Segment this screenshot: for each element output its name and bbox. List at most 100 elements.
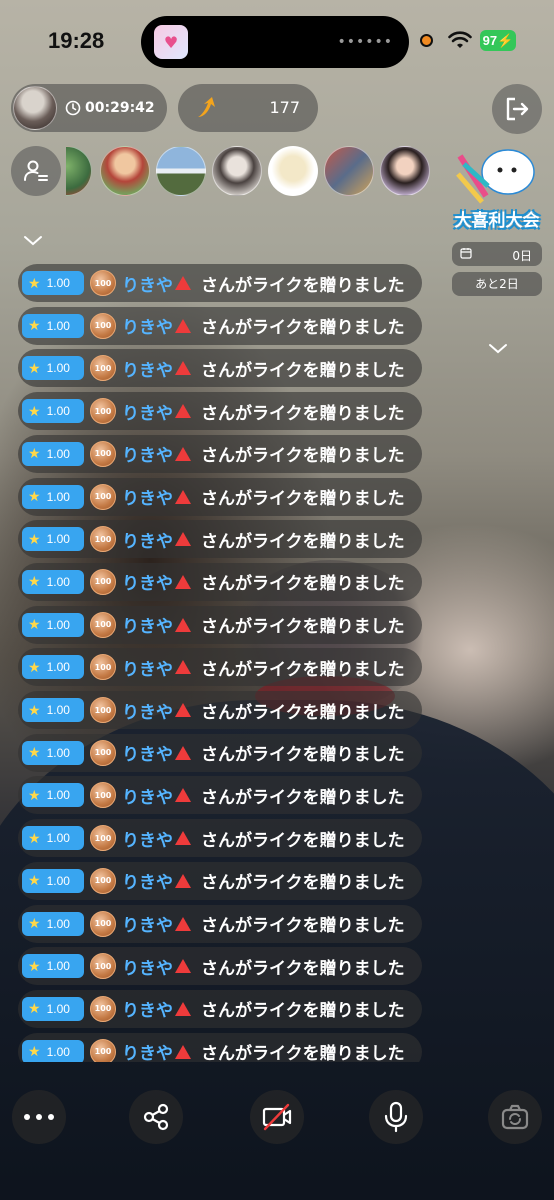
chat-username[interactable]: りきや — [122, 484, 173, 509]
chevron-down-icon[interactable] — [487, 342, 509, 356]
chat-username[interactable]: りきや — [122, 783, 173, 808]
user-level-value: 1.00 — [46, 489, 70, 504]
viewer-avatar[interactable] — [212, 146, 262, 196]
chat-username[interactable]: りきや — [122, 655, 173, 680]
viewer-avatar[interactable] — [324, 146, 374, 196]
chat-message[interactable]: ★ 1.00 100 りきや さんがライクを贈りました — [18, 520, 422, 559]
chat-message[interactable]: ★ 1.00 100 りきや さんがライクを贈りました — [18, 733, 422, 772]
chat-message-text: さんがライクを贈りました — [201, 830, 405, 851]
wifi-icon — [448, 31, 472, 48]
user-level-badge: ★ 1.00 — [22, 399, 84, 424]
chat-username[interactable]: りきや — [122, 527, 173, 552]
chat-message[interactable]: ★ 1.00 100 りきや さんがライクを贈りました — [18, 264, 422, 302]
chat-message[interactable]: ★ 1.00 100 りきや さんがライクを贈りました — [18, 819, 422, 858]
chat-message[interactable]: ★ 1.00 100 りきや さんがライクを贈りました — [18, 434, 422, 473]
red-triangle-icon — [175, 276, 191, 290]
user-level-badge: ★ 1.00 — [22, 655, 84, 680]
viewer-avatar[interactable] — [380, 146, 430, 196]
medal-value: 100 — [94, 790, 112, 800]
star-icon: ★ — [28, 1000, 41, 1017]
host-info-pill[interactable]: 00:29:42 — [11, 84, 167, 132]
chat-message[interactable]: ★ 1.00 100 りきや さんがライクを贈りました — [18, 306, 422, 345]
user-level-value: 1.00 — [46, 745, 70, 760]
chat-username[interactable]: りきや — [122, 569, 173, 594]
chat-message-text: さんがライクを贈りました — [201, 318, 405, 339]
star-icon: ★ — [28, 616, 41, 633]
red-triangle-icon — [175, 660, 191, 675]
flip-camera-button[interactable] — [488, 1090, 542, 1144]
share-icon — [143, 1103, 169, 1131]
viewer-avatar[interactable] — [156, 146, 206, 196]
chat-message[interactable]: ★ 1.00 100 りきや さんがライクを贈りました — [18, 691, 422, 729]
chat-message[interactable]: ★ 1.00 100 りきや さんがライクを贈りました — [18, 477, 422, 516]
chat-username[interactable]: りきや — [122, 954, 173, 979]
user-level-value: 1.00 — [46, 361, 70, 376]
chat-message[interactable]: ★ 1.00 100 りきや さんがライクを贈りました — [18, 648, 422, 687]
chat-username[interactable]: りきや — [122, 399, 173, 424]
event-count[interactable]: 0日 — [452, 242, 542, 266]
chat-username[interactable]: りきや — [122, 612, 173, 637]
viewer-list-button[interactable] — [11, 146, 61, 196]
chat-username[interactable]: りきや — [122, 868, 173, 893]
chat-message[interactable]: ★ 1.00 100 りきや さんがライクを贈りました — [18, 861, 422, 900]
star-icon: ★ — [28, 359, 41, 376]
event-count-value: 0日 — [512, 249, 532, 263]
exit-button[interactable] — [492, 84, 542, 134]
more-button[interactable] — [12, 1090, 66, 1144]
host-avatar[interactable] — [13, 86, 57, 130]
medal-value: 100 — [94, 406, 112, 416]
star-icon: ★ — [28, 658, 41, 675]
chat-username[interactable]: りきや — [122, 271, 173, 296]
score-pill[interactable]: 177 — [178, 84, 318, 132]
exit-icon — [506, 97, 529, 121]
chat-username[interactable]: りきや — [122, 356, 173, 381]
chat-message[interactable]: ★ 1.00 100 りきや さんがライクを贈りました — [18, 989, 422, 1028]
viewer-avatar[interactable] — [268, 146, 318, 196]
chat-username[interactable]: りきや — [122, 911, 173, 936]
red-triangle-icon — [175, 916, 191, 931]
event-title[interactable]: 大喜利大会 — [454, 206, 540, 231]
chat-message-text: さんがライクを贈りました — [201, 360, 405, 381]
chat-username[interactable]: りきや — [122, 996, 173, 1021]
chat-message[interactable]: ★ 1.00 100 りきや さんがライクを贈りました — [18, 349, 422, 388]
chat-username[interactable]: りきや — [122, 698, 173, 723]
bronze-medal-icon: 100 — [90, 398, 116, 425]
chat-message[interactable]: ★ 1.00 100 りきや さんがライクを贈りました — [18, 1032, 422, 1062]
chat-message-text: さんがライクを贈りました — [201, 574, 405, 595]
chat-message-text: さんがライクを贈りました — [201, 446, 405, 467]
viewer-avatar[interactable] — [66, 146, 92, 196]
user-level-value: 1.00 — [46, 873, 70, 888]
medal-value: 100 — [94, 492, 112, 501]
chat-message[interactable]: ★ 1.00 100 りきや さんがライクを贈りました — [18, 776, 422, 815]
chat-message[interactable]: ★ 1.00 100 りきや さんがライクを贈りました — [18, 947, 422, 986]
chat-username[interactable]: りきや — [122, 313, 173, 338]
bronze-medal-icon: 100 — [90, 697, 116, 723]
chat-username[interactable]: りきや — [122, 826, 173, 851]
bronze-medal-icon: 100 — [90, 953, 116, 980]
star-icon: ★ — [28, 829, 41, 846]
chat-username[interactable]: りきや — [122, 740, 173, 765]
user-level-value: 1.00 — [46, 574, 70, 589]
chat-message-text: さんがライクを贈りました — [201, 787, 405, 808]
share-button[interactable] — [129, 1090, 183, 1144]
chat-feed[interactable]: ★ 1.00 100 りきや さんがライクを贈りました ★ 1.00 100 りきや さんがライク… — [18, 264, 428, 1062]
red-triangle-icon — [175, 318, 191, 333]
chat-message[interactable]: ★ 1.00 100 りきや さんがライクを贈りました — [18, 904, 422, 943]
bronze-medal-icon: 100 — [90, 312, 116, 339]
red-triangle-icon — [175, 617, 191, 632]
chevron-down-icon[interactable] — [22, 234, 44, 248]
chat-username[interactable]: りきや — [122, 1039, 173, 1062]
chat-username[interactable]: りきや — [122, 441, 173, 466]
star-icon: ★ — [28, 274, 41, 291]
medal-value: 100 — [94, 961, 112, 971]
microphone-button[interactable] — [369, 1090, 423, 1144]
chat-message[interactable]: ★ 1.00 100 りきや さんがライクを贈りました — [18, 605, 422, 644]
user-level-value: 1.00 — [46, 446, 70, 461]
chat-message[interactable]: ★ 1.00 100 りきや さんがライクを贈りました — [18, 392, 422, 431]
camera-toggle-button[interactable] — [250, 1090, 304, 1144]
viewer-avatar[interactable] — [100, 146, 150, 196]
chat-message[interactable]: ★ 1.00 100 りきや さんがライクを贈りました — [18, 562, 422, 601]
chat-message-text: さんがライクを贈りました — [201, 1001, 405, 1022]
clock-icon — [65, 100, 81, 116]
dynamic-island[interactable]: ♥ •••••• — [141, 16, 409, 68]
